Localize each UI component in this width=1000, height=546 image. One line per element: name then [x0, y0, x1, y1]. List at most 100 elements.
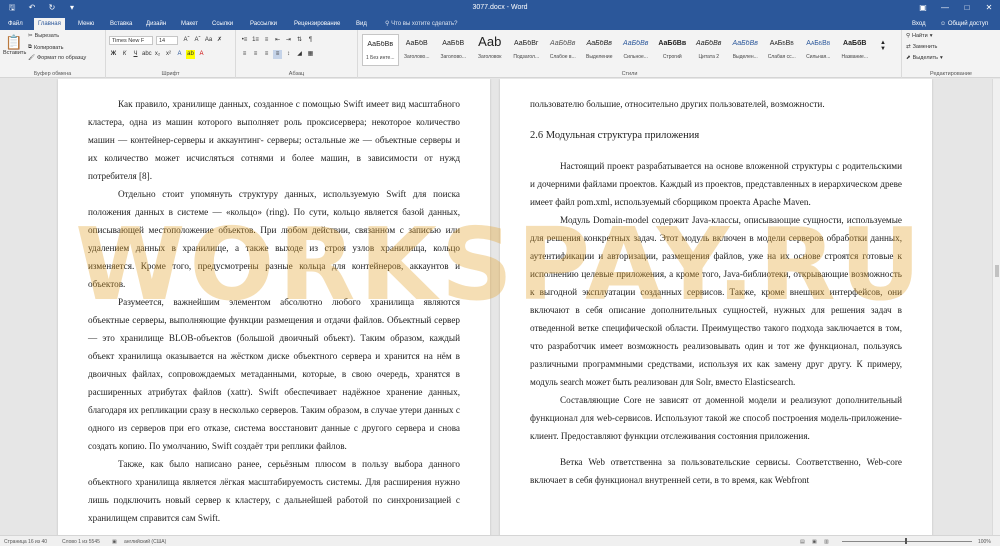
paragraph[interactable]: Модуль Domain-model содержит Java-классы… [530, 211, 902, 391]
increase-indent-icon[interactable]: ⇥ [284, 36, 293, 45]
style-item[interactable]: АаБбВв Сильное... [618, 34, 655, 66]
tab-review[interactable]: Рецензирование [290, 18, 344, 30]
styles-scroll-icon[interactable]: ▲ ▼ [873, 34, 893, 66]
copy-button[interactable]: ⧉ Копировать [28, 44, 64, 51]
zoom-slider-thumb[interactable] [905, 538, 907, 544]
style-item[interactable]: АаБбВ Заголово... [435, 34, 472, 66]
page-right[interactable]: пользователю большие, относительно други… [500, 79, 932, 535]
change-case-icon[interactable]: Aa [204, 36, 213, 45]
signin-link[interactable]: Вход [912, 18, 926, 30]
style-item[interactable]: АаБбВ Название... [837, 34, 874, 66]
replace-button[interactable]: ⇄ Заменить [906, 44, 937, 50]
pilcrow-icon[interactable]: ¶ [306, 36, 315, 45]
sort-icon[interactable]: ⇅ [295, 36, 304, 45]
zoom-slider[interactable] [842, 541, 972, 542]
vertical-scrollbar[interactable] [992, 79, 1000, 535]
editing-group: ⚲ Найти ▾ ⇄ Заменить ⬈ Выделить ▾ Редактирова… [902, 30, 1000, 78]
style-item[interactable]: АаБбВв Слабая сс... [764, 34, 801, 66]
align-right-icon[interactable]: ≡ [262, 50, 271, 59]
strikethrough-icon[interactable]: abc [142, 50, 152, 59]
highlight-icon[interactable]: ab [186, 50, 195, 59]
find-button[interactable]: ⚲ Найти ▾ [906, 33, 933, 39]
scissors-icon: ✂ [28, 33, 33, 39]
grow-font-icon[interactable]: Aˆ [182, 36, 191, 45]
style-item[interactable]: АаБбВг Подзагол... [508, 34, 545, 66]
tab-file[interactable]: Файл [4, 18, 27, 30]
maximize-icon[interactable]: □ [956, 0, 978, 16]
subscript-icon[interactable]: x₂ [153, 50, 162, 59]
align-left-icon[interactable]: ≡ [240, 50, 249, 59]
paragraph[interactable]: Настоящий проект разрабатывается на осно… [530, 157, 902, 211]
tab-mailings[interactable]: Рассылки [246, 18, 281, 30]
minimize-icon[interactable]: — [934, 0, 956, 16]
style-item[interactable]: АаБбВв Выделен... [727, 34, 764, 66]
ribbon-display-icon[interactable]: ▣ [912, 0, 934, 16]
underline-icon[interactable]: Ч [131, 50, 140, 59]
scrollbar-thumb[interactable] [995, 265, 999, 277]
close-icon[interactable]: ✕ [978, 0, 1000, 16]
select-button[interactable]: ⬈ Выделить ▾ [906, 55, 943, 61]
style-item[interactable]: Aab Заголовок [472, 34, 509, 66]
decrease-indent-icon[interactable]: ⇤ [273, 36, 282, 45]
page-counter[interactable]: Страница 16 из 40 [4, 538, 47, 546]
tab-home[interactable]: Главная [34, 18, 65, 30]
tab-references[interactable]: Ссылки [208, 18, 237, 30]
style-item[interactable]: АаБбВв Сильная... [800, 34, 837, 66]
style-item[interactable]: АаБбВв Цитата 2 [691, 34, 728, 66]
language-indicator[interactable]: английский (США) [124, 538, 166, 546]
align-center-icon[interactable]: ≡ [251, 50, 260, 59]
style-item[interactable]: АаБбВв Строгий [654, 34, 691, 66]
tell-me-box[interactable]: ⚲ Что вы хотите сделать? [385, 18, 457, 30]
paragraph[interactable]: Составляющие Core не зависят от доменной… [530, 391, 902, 445]
tab-menu[interactable]: Меню [74, 18, 98, 30]
paragraph[interactable]: Разумеется, важнейшим элементом абсолютн… [88, 293, 460, 455]
style-item[interactable]: АаБбВв 1 Без инте... [362, 34, 399, 66]
proofing-icon[interactable]: ▣ [112, 538, 117, 546]
font-name-combo[interactable]: Times New F [109, 36, 153, 45]
font-color-icon[interactable]: A [197, 50, 206, 59]
ribbon-tabs: Файл Главная Меню Вставка Дизайн Макет С… [0, 16, 1000, 30]
bold-icon[interactable]: Ж [109, 50, 118, 59]
tab-layout[interactable]: Макет [177, 18, 202, 30]
paragraph[interactable]: пользователю большие, относительно други… [530, 95, 902, 113]
window-title: 3077.docx - Word [472, 4, 528, 11]
line-spacing-icon[interactable]: ↕ [284, 50, 293, 59]
tab-insert[interactable]: Вставка [106, 18, 136, 30]
paragraph[interactable]: Отдельно стоит упомянуть структуру данны… [88, 185, 460, 293]
shading-icon[interactable]: ◢ [295, 50, 304, 59]
page-text[interactable]: пользователю большие, относительно други… [530, 95, 902, 489]
page-left[interactable]: Как правило, хранилище данных, созданное… [58, 79, 490, 535]
text-effects-icon[interactable]: A [175, 50, 184, 59]
shrink-font-icon[interactable]: Aˇ [193, 36, 202, 45]
justify-icon[interactable]: ≡ [273, 50, 282, 59]
font-size-combo[interactable]: 14 [156, 36, 178, 45]
multilevel-list-icon[interactable]: ≡ [262, 36, 271, 45]
bullets-icon[interactable]: •≡ [240, 36, 249, 45]
read-mode-icon[interactable]: ▤ [800, 538, 805, 546]
print-layout-icon[interactable]: ▣ [812, 538, 817, 546]
style-item[interactable]: АаБбВ Заголово... [399, 34, 436, 66]
borders-icon[interactable]: ▦ [306, 50, 315, 59]
cut-button[interactable]: ✂ Вырезать [28, 33, 59, 39]
superscript-icon[interactable]: x² [164, 50, 173, 59]
tab-view[interactable]: Вид [352, 18, 371, 30]
paragraph[interactable]: Также, как было написано ранее, серьёзны… [88, 455, 460, 527]
format-painter-button[interactable]: 🖌 Формат по образцу [28, 55, 86, 61]
zoom-level[interactable]: 100% [978, 538, 991, 546]
share-button[interactable]: ☺ Общий доступ [940, 18, 988, 30]
tab-design[interactable]: Дизайн [142, 18, 170, 30]
page-text[interactable]: Как правило, хранилище данных, созданное… [88, 95, 460, 527]
paragraph[interactable]: Ветка Web ответственна за пользовательск… [530, 453, 902, 489]
title-bar: 🖫 ↶ ↻ ▾ 3077.docx - Word ▣ — □ ✕ [0, 0, 1000, 16]
web-layout-icon[interactable]: ▥ [824, 538, 829, 546]
numbering-icon[interactable]: 1≡ [251, 36, 260, 45]
word-counter[interactable]: Слово 1 из 5545 [62, 538, 100, 546]
style-item[interactable]: АаБбВв Слабое в... [545, 34, 582, 66]
style-item[interactable]: АаБбВв Выделение [581, 34, 618, 66]
document-area[interactable]: Как правило, хранилище данных, созданное… [0, 79, 992, 535]
clear-formatting-icon[interactable]: ✗ [215, 36, 224, 45]
section-heading[interactable]: 2.6 Модульная структура приложения [530, 127, 902, 145]
italic-icon[interactable]: К [120, 50, 129, 59]
paste-button[interactable]: 📋 Вставить [3, 34, 26, 56]
paragraph[interactable]: Как правило, хранилище данных, созданное… [88, 95, 460, 185]
